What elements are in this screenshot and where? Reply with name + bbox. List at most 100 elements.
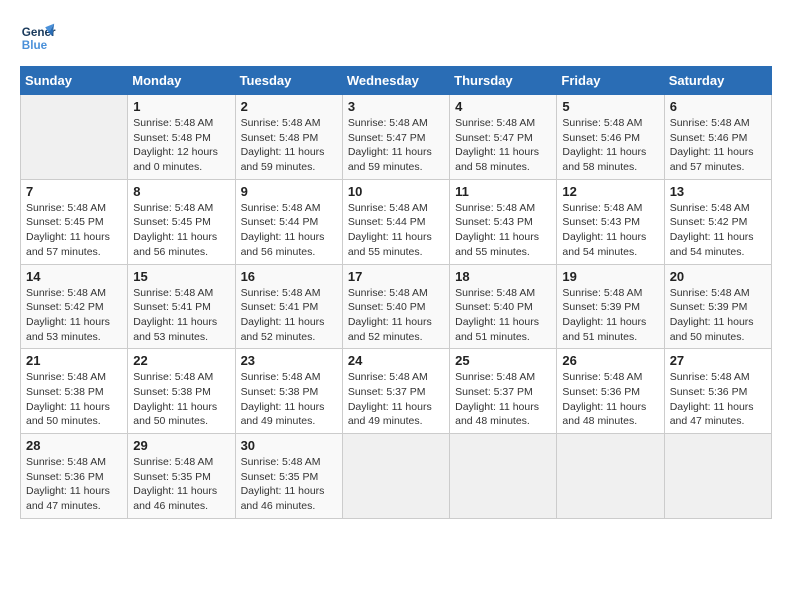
calendar-cell: 5 Sunrise: 5:48 AMSunset: 5:46 PMDaylight… <box>557 95 664 180</box>
day-header-monday: Monday <box>128 67 235 95</box>
calendar-cell: 15 Sunrise: 5:48 AMSunset: 5:41 PMDayligh… <box>128 264 235 349</box>
day-info: Sunrise: 5:48 AMSunset: 5:36 PMDaylight:… <box>670 370 766 429</box>
day-info: Sunrise: 5:48 AMSunset: 5:48 PMDaylight:… <box>241 116 337 175</box>
day-number: 19 <box>562 269 658 284</box>
day-info: Sunrise: 5:48 AMSunset: 5:39 PMDaylight:… <box>562 286 658 345</box>
day-info: Sunrise: 5:48 AMSunset: 5:38 PMDaylight:… <box>133 370 229 429</box>
day-number: 29 <box>133 438 229 453</box>
day-number: 23 <box>241 353 337 368</box>
day-info: Sunrise: 5:48 AMSunset: 5:45 PMDaylight:… <box>26 201 122 260</box>
day-header-friday: Friday <box>557 67 664 95</box>
day-header-sunday: Sunday <box>21 67 128 95</box>
day-number: 14 <box>26 269 122 284</box>
calendar-cell: 11Sunrise: 5:48 AMSunset: 5:43 PMDayligh… <box>450 179 557 264</box>
day-info: Sunrise: 5:48 AMSunset: 5:44 PMDaylight:… <box>348 201 444 260</box>
svg-text:Blue: Blue <box>22 39 48 52</box>
day-number: 24 <box>348 353 444 368</box>
day-info: Sunrise: 5:48 AMSunset: 5:42 PMDaylight:… <box>670 201 766 260</box>
calendar-cell <box>450 434 557 519</box>
day-info: Sunrise: 5:48 AMSunset: 5:42 PMDaylight:… <box>26 286 122 345</box>
day-number: 2 <box>241 99 337 114</box>
calendar-cell: 14 Sunrise: 5:48 AMSunset: 5:42 PMDayligh… <box>21 264 128 349</box>
day-number: 10 <box>348 184 444 199</box>
calendar-cell: 24 Sunrise: 5:48 AMSunset: 5:37 PMDayligh… <box>342 349 449 434</box>
day-header-tuesday: Tuesday <box>235 67 342 95</box>
day-number: 18 <box>455 269 551 284</box>
day-info: Sunrise: 5:48 AMSunset: 5:36 PMDaylight:… <box>562 370 658 429</box>
day-info: Sunrise: 5:48 AMSunset: 5:36 PMDaylight:… <box>26 455 122 514</box>
days-header-row: SundayMondayTuesdayWednesdayThursdayFrid… <box>21 67 772 95</box>
day-info: Sunrise: 5:48 AMSunset: 5:38 PMDaylight:… <box>26 370 122 429</box>
day-header-wednesday: Wednesday <box>342 67 449 95</box>
day-info: Sunrise: 5:48 AMSunset: 5:45 PMDaylight:… <box>133 201 229 260</box>
calendar-cell <box>664 434 771 519</box>
day-number: 12 <box>562 184 658 199</box>
calendar-cell: 6 Sunrise: 5:48 AMSunset: 5:46 PMDaylight… <box>664 95 771 180</box>
day-number: 13 <box>670 184 766 199</box>
calendar-cell: 3 Sunrise: 5:48 AMSunset: 5:47 PMDaylight… <box>342 95 449 180</box>
day-info: Sunrise: 5:48 AMSunset: 5:35 PMDaylight:… <box>241 455 337 514</box>
day-info: Sunrise: 5:48 AMSunset: 5:44 PMDaylight:… <box>241 201 337 260</box>
calendar-table: SundayMondayTuesdayWednesdayThursdayFrid… <box>20 66 772 519</box>
day-info: Sunrise: 5:48 AMSunset: 5:47 PMDaylight:… <box>348 116 444 175</box>
general-blue-logo-icon: General Blue <box>20 20 56 56</box>
calendar-cell: 2 Sunrise: 5:48 AMSunset: 5:48 PMDaylight… <box>235 95 342 180</box>
calendar-week-1: 1 Sunrise: 5:48 AMSunset: 5:48 PMDaylight… <box>21 95 772 180</box>
calendar-cell: 8 Sunrise: 5:48 AMSunset: 5:45 PMDaylight… <box>128 179 235 264</box>
calendar-cell: 21Sunrise: 5:48 AMSunset: 5:38 PMDayligh… <box>21 349 128 434</box>
calendar-cell: 30 Sunrise: 5:48 AMSunset: 5:35 PMDayligh… <box>235 434 342 519</box>
calendar-cell: 17Sunrise: 5:48 AMSunset: 5:40 PMDayligh… <box>342 264 449 349</box>
day-number: 20 <box>670 269 766 284</box>
calendar-cell: 28 Sunrise: 5:48 AMSunset: 5:36 PMDayligh… <box>21 434 128 519</box>
calendar-cell <box>557 434 664 519</box>
calendar-cell: 7 Sunrise: 5:48 AMSunset: 5:45 PMDaylight… <box>21 179 128 264</box>
day-number: 1 <box>133 99 229 114</box>
day-header-thursday: Thursday <box>450 67 557 95</box>
calendar-cell: 22 Sunrise: 5:48 AMSunset: 5:38 PMDayligh… <box>128 349 235 434</box>
day-number: 3 <box>348 99 444 114</box>
calendar-cell: 12Sunrise: 5:48 AMSunset: 5:43 PMDayligh… <box>557 179 664 264</box>
day-number: 22 <box>133 353 229 368</box>
day-info: Sunrise: 5:48 AMSunset: 5:35 PMDaylight:… <box>133 455 229 514</box>
calendar-cell: 10 Sunrise: 5:48 AMSunset: 5:44 PMDayligh… <box>342 179 449 264</box>
day-info: Sunrise: 5:48 AMSunset: 5:37 PMDaylight:… <box>455 370 551 429</box>
day-info: Sunrise: 5:48 AMSunset: 5:41 PMDaylight:… <box>133 286 229 345</box>
day-number: 6 <box>670 99 766 114</box>
day-number: 8 <box>133 184 229 199</box>
day-info: Sunrise: 5:48 AMSunset: 5:46 PMDaylight:… <box>562 116 658 175</box>
day-number: 4 <box>455 99 551 114</box>
day-number: 7 <box>26 184 122 199</box>
day-info: Sunrise: 5:48 AMSunset: 5:43 PMDaylight:… <box>455 201 551 260</box>
calendar-cell: 1 Sunrise: 5:48 AMSunset: 5:48 PMDaylight… <box>128 95 235 180</box>
calendar-cell: 27 Sunrise: 5:48 AMSunset: 5:36 PMDayligh… <box>664 349 771 434</box>
calendar-cell: 19 Sunrise: 5:48 AMSunset: 5:39 PMDayligh… <box>557 264 664 349</box>
day-info: Sunrise: 5:48 AMSunset: 5:40 PMDaylight:… <box>348 286 444 345</box>
calendar-cell: 20 Sunrise: 5:48 AMSunset: 5:39 PMDayligh… <box>664 264 771 349</box>
calendar-week-5: 28 Sunrise: 5:48 AMSunset: 5:36 PMDayligh… <box>21 434 772 519</box>
day-number: 30 <box>241 438 337 453</box>
calendar-header: SundayMondayTuesdayWednesdayThursdayFrid… <box>21 67 772 95</box>
day-number: 9 <box>241 184 337 199</box>
day-number: 16 <box>241 269 337 284</box>
calendar-body: 1 Sunrise: 5:48 AMSunset: 5:48 PMDaylight… <box>21 95 772 519</box>
calendar-cell: 18Sunrise: 5:48 AMSunset: 5:40 PMDayligh… <box>450 264 557 349</box>
day-info: Sunrise: 5:48 AMSunset: 5:41 PMDaylight:… <box>241 286 337 345</box>
day-number: 15 <box>133 269 229 284</box>
calendar-cell <box>342 434 449 519</box>
day-number: 26 <box>562 353 658 368</box>
calendar-cell: 9 Sunrise: 5:48 AMSunset: 5:44 PMDaylight… <box>235 179 342 264</box>
calendar-cell: 23Sunrise: 5:48 AMSunset: 5:38 PMDayligh… <box>235 349 342 434</box>
page-header: General Blue <box>20 20 772 56</box>
day-number: 28 <box>26 438 122 453</box>
calendar-week-3: 14 Sunrise: 5:48 AMSunset: 5:42 PMDayligh… <box>21 264 772 349</box>
day-info: Sunrise: 5:48 AMSunset: 5:48 PMDaylight:… <box>133 116 229 175</box>
day-info: Sunrise: 5:48 AMSunset: 5:47 PMDaylight:… <box>455 116 551 175</box>
calendar-cell: 16 Sunrise: 5:48 AMSunset: 5:41 PMDayligh… <box>235 264 342 349</box>
day-info: Sunrise: 5:48 AMSunset: 5:37 PMDaylight:… <box>348 370 444 429</box>
calendar-cell: 4 Sunrise: 5:48 AMSunset: 5:47 PMDaylight… <box>450 95 557 180</box>
day-info: Sunrise: 5:48 AMSunset: 5:39 PMDaylight:… <box>670 286 766 345</box>
day-header-saturday: Saturday <box>664 67 771 95</box>
day-number: 5 <box>562 99 658 114</box>
day-info: Sunrise: 5:48 AMSunset: 5:46 PMDaylight:… <box>670 116 766 175</box>
day-number: 27 <box>670 353 766 368</box>
